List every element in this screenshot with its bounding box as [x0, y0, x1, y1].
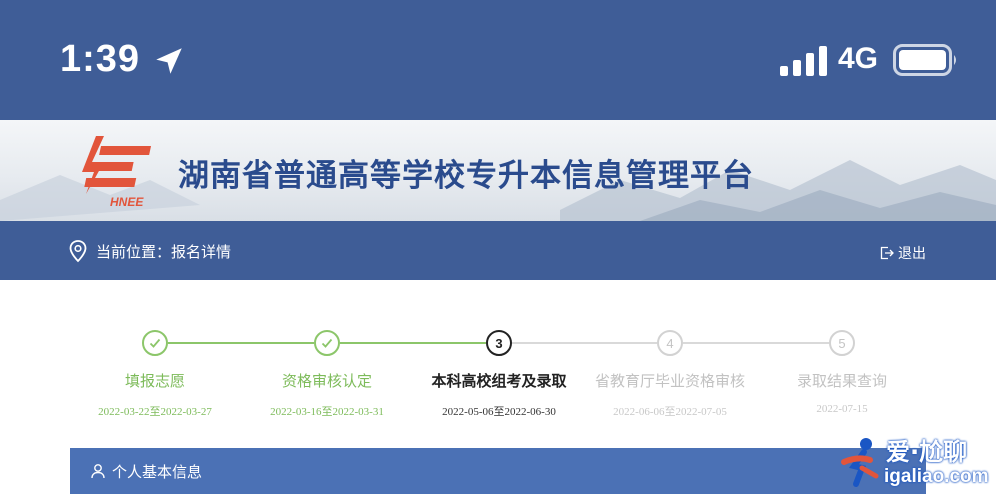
- section-header-personal-info: 个人基本信息: [70, 448, 926, 494]
- step-qualification-review[interactable]: 资格审核认定 2022-03-16至2022-03-31: [227, 330, 427, 419]
- logout-icon: [880, 246, 894, 260]
- step-result-query[interactable]: 5 录取结果查询 2022-07-15: [742, 330, 942, 415]
- location-arrow-icon: [156, 48, 182, 74]
- breadcrumb: 当前位置：报名详情: [96, 243, 232, 261]
- step-number: 4: [657, 330, 683, 356]
- watermark: 爱·尬聊 igaliao.com: [840, 432, 990, 494]
- step-check-icon: [314, 330, 340, 356]
- user-icon: [91, 464, 105, 479]
- step-date: 2022-03-22至2022-03-27: [98, 406, 212, 418]
- watermark-title: 爱·尬聊: [886, 438, 968, 466]
- site-banner: HNEE 湖南省普通高等学校专升本信息管理平台: [0, 120, 996, 221]
- location-pin-icon: [69, 240, 87, 263]
- step-check-icon: [142, 330, 168, 356]
- site-title: 湖南省普通高等学校专升本信息管理平台: [178, 158, 754, 194]
- step-date: 2022-06-06至2022-07-05: [613, 406, 727, 418]
- step-label: 省教育厅毕业资格审核: [594, 372, 745, 390]
- battery-icon: [893, 44, 956, 76]
- site-logo: HNEE: [82, 136, 152, 209]
- step-date: 2022-07-15: [816, 403, 868, 415]
- logout-button[interactable]: 退出: [880, 243, 926, 263]
- step-exam-admission[interactable]: 3 本科高校组考及录取 2022-05-06至2022-06-30: [399, 330, 599, 419]
- step-date: 2022-03-16至2022-03-31: [270, 406, 384, 418]
- logo-text: HNEE: [110, 195, 144, 209]
- step-label: 本科高校组考及录取: [431, 372, 567, 390]
- progress-steps: 填报志愿 2022-03-22至2022-03-27 资格审核认定 2022-0…: [0, 280, 996, 450]
- status-bar: 1:39 4G: [0, 0, 996, 120]
- logout-label: 退出: [898, 246, 926, 262]
- step-date: 2022-05-06至2022-06-30: [442, 406, 556, 418]
- running-figure-icon: [841, 438, 879, 487]
- network-type: 4G: [838, 42, 879, 75]
- status-time: 1:39: [60, 38, 141, 80]
- step-label: 录取结果查询: [796, 372, 887, 390]
- step-label: 填报志愿: [124, 372, 185, 390]
- signal-bars-icon: [780, 46, 827, 76]
- step-label: 资格审核认定: [281, 372, 372, 390]
- step-graduation-review[interactable]: 4 省教育厅毕业资格审核 2022-06-06至2022-07-05: [570, 330, 770, 419]
- nav-bar: 当前位置：报名详情 退出: [0, 221, 996, 280]
- section-title: 个人基本信息: [112, 462, 203, 481]
- watermark-url: igaliao.com: [884, 466, 989, 487]
- step-number: 3: [486, 330, 512, 356]
- step-number: 5: [829, 330, 855, 356]
- step-fill-preferences[interactable]: 填报志愿 2022-03-22至2022-03-27: [55, 330, 255, 419]
